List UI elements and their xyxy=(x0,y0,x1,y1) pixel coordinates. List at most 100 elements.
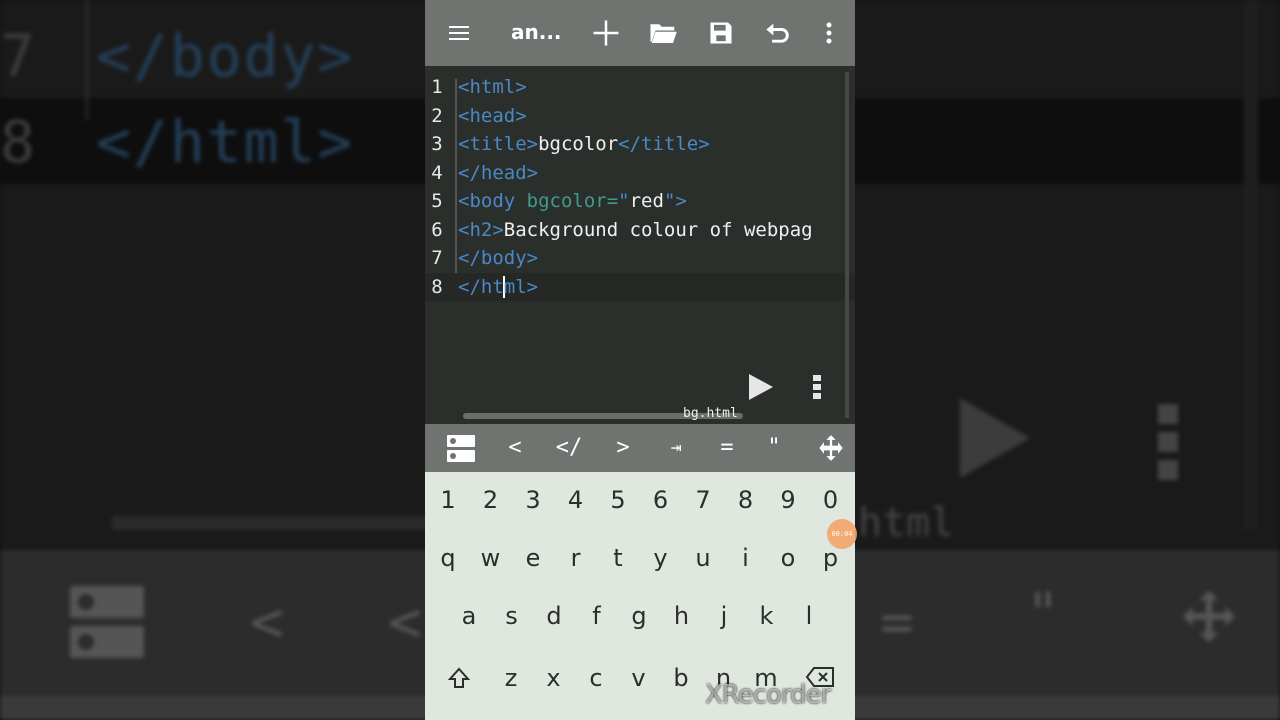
bg-symbol: < xyxy=(250,590,284,655)
bg-symbol: < xyxy=(388,590,422,655)
key-e[interactable]: e xyxy=(513,544,553,572)
code-token: <body xyxy=(458,190,527,212)
run-icon[interactable] xyxy=(745,372,775,402)
key-k[interactable]: k xyxy=(747,602,787,630)
bg-move-icon xyxy=(1183,590,1235,643)
code-editor[interactable]: 1 <html> 2 <head> 3 <title>bgcolor</title> 4 </… xyxy=(425,66,855,424)
key-r[interactable]: r xyxy=(556,544,596,572)
recorder-watermark: XRecorder xyxy=(705,680,831,710)
key-0[interactable]: 0 xyxy=(811,486,851,514)
document-title: an... xyxy=(511,20,562,44)
code-line[interactable]: 3 <title>bgcolor</title> xyxy=(425,130,855,158)
app-toolbar: an... xyxy=(425,0,855,66)
key-1[interactable]: 1 xyxy=(428,486,468,514)
code-line[interactable]: 2 <head> xyxy=(425,102,855,130)
save-icon[interactable] xyxy=(703,15,739,51)
code-token: </head> xyxy=(458,161,539,184)
key-b[interactable]: b xyxy=(661,664,701,692)
code-line[interactable]: 7 </body> xyxy=(425,244,855,272)
more-vert-icon[interactable] xyxy=(811,15,847,51)
code-token: </ht xyxy=(458,275,504,298)
undo-icon[interactable] xyxy=(760,15,796,51)
recording-indicator[interactable]: 00:04 xyxy=(827,519,857,549)
code-line[interactable]: 8 </html> xyxy=(425,272,855,301)
code-token: ml> xyxy=(503,275,539,298)
key-w[interactable]: w xyxy=(471,544,511,572)
code-token: "> xyxy=(663,190,687,212)
line-number: 5 xyxy=(431,190,443,212)
symbol-key-quote[interactable]: " xyxy=(754,424,794,472)
key-6[interactable]: 6 xyxy=(641,486,681,514)
code-line[interactable]: 5 <body bgcolor="red"> xyxy=(425,187,855,215)
file-name-label: bg.html xyxy=(683,406,738,421)
move-cursor-icon[interactable] xyxy=(817,434,845,462)
code-token: <title> xyxy=(458,133,539,155)
folder-open-icon[interactable] xyxy=(645,15,681,51)
line-number: 3 xyxy=(431,133,443,155)
bg-ghost-text: html xyxy=(858,500,955,546)
key-d[interactable]: d xyxy=(534,602,574,630)
editor-more-icon[interactable] xyxy=(809,372,825,402)
code-line[interactable]: 1 <html> xyxy=(425,73,855,101)
bg-symbol: " xyxy=(1026,582,1060,647)
keyboard-toggle-icon[interactable] xyxy=(447,435,475,462)
key-y[interactable]: y xyxy=(641,544,681,572)
key-2[interactable]: 2 xyxy=(471,486,511,514)
phone-screen: an... 1 <html> 2 <head> 3 <title>bgcolor</tit… xyxy=(425,0,855,720)
key-g[interactable]: g xyxy=(619,602,659,630)
key-t[interactable]: t xyxy=(598,544,638,572)
code-text: </head> xyxy=(458,159,538,187)
bg-code-line: </body> xyxy=(96,22,355,90)
code-text: <body bgcolor="red"> xyxy=(458,187,687,215)
key-7[interactable]: 7 xyxy=(683,486,723,514)
code-token: </title> xyxy=(618,133,710,155)
line-number: 4 xyxy=(431,161,443,184)
add-icon[interactable] xyxy=(588,15,624,51)
code-text: </body> xyxy=(458,244,538,272)
bg-line-number: 8 xyxy=(0,108,35,176)
key-j[interactable]: j xyxy=(704,602,744,630)
menu-icon[interactable] xyxy=(441,15,477,51)
key-5[interactable]: 5 xyxy=(598,486,638,514)
bg-scrollbar xyxy=(112,516,432,530)
code-text: <head> xyxy=(458,102,527,130)
key-c[interactable]: c xyxy=(576,664,616,692)
key-x[interactable]: x xyxy=(534,664,574,692)
symbol-key-gt[interactable]: > xyxy=(603,424,643,472)
bg-vscrollbar xyxy=(1244,0,1258,530)
bg-line-number: 7 xyxy=(0,22,35,90)
key-l[interactable]: l xyxy=(789,602,829,630)
symbol-key-close-tag[interactable]: </ xyxy=(549,424,589,472)
bg-code-line: </html> xyxy=(96,108,355,176)
key-4[interactable]: 4 xyxy=(556,486,596,514)
symbol-key-lt[interactable]: < xyxy=(495,424,535,472)
key-q[interactable]: q xyxy=(428,544,468,572)
key-8[interactable]: 8 xyxy=(726,486,766,514)
code-text: <html> xyxy=(458,73,527,101)
key-a[interactable]: a xyxy=(449,602,489,630)
key-v[interactable]: v xyxy=(619,664,659,692)
symbol-key-equals[interactable]: = xyxy=(707,424,747,472)
bg-more-icon xyxy=(1158,404,1180,488)
key-3[interactable]: 3 xyxy=(513,486,553,514)
symbol-key-tab[interactable]: ⇥ xyxy=(656,424,696,472)
code-token: </body> xyxy=(458,247,539,269)
vertical-scrollbar[interactable] xyxy=(845,72,849,418)
line-number: 8 xyxy=(431,275,443,298)
code-text: </html> xyxy=(458,273,538,301)
key-z[interactable]: z xyxy=(491,664,531,692)
key-o[interactable]: o xyxy=(768,544,808,572)
key-i[interactable]: i xyxy=(726,544,766,572)
shift-icon[interactable] xyxy=(447,666,471,690)
code-token: Background colour of webpag xyxy=(503,218,813,241)
line-number: 7 xyxy=(431,247,443,269)
key-9[interactable]: 9 xyxy=(768,486,808,514)
code-line[interactable]: 4 </head> xyxy=(425,159,855,187)
key-u[interactable]: u xyxy=(683,544,723,572)
code-token: <html> xyxy=(458,76,527,98)
key-f[interactable]: f xyxy=(577,602,617,630)
bg-play-icon xyxy=(960,398,1030,478)
key-s[interactable]: s xyxy=(492,602,532,630)
key-h[interactable]: h xyxy=(662,602,702,630)
code-line[interactable]: 6 <h2>Background colour of webpag xyxy=(425,216,855,244)
